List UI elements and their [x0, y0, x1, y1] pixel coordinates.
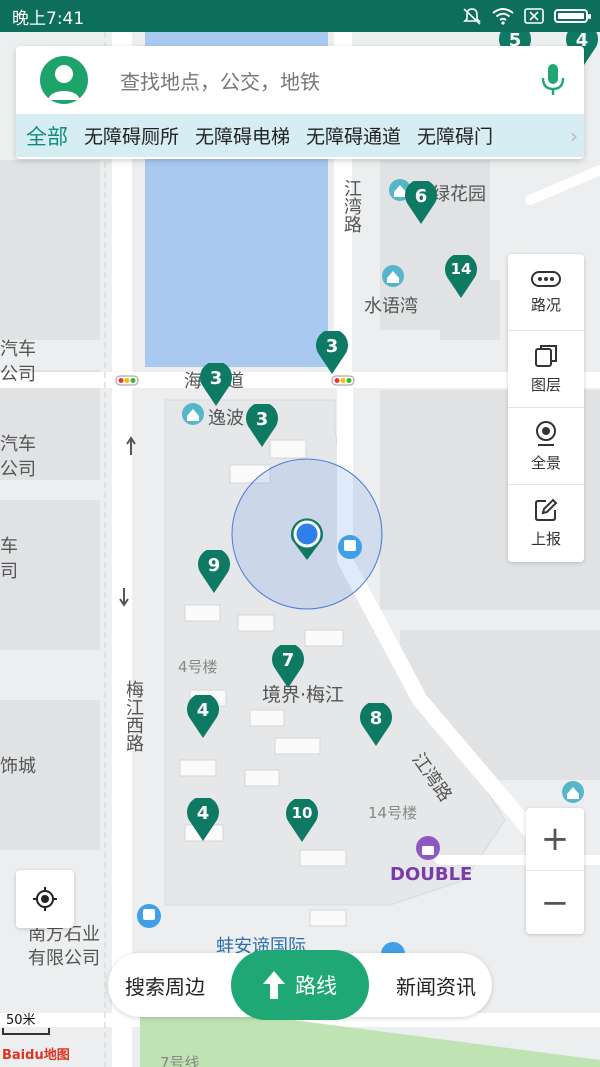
wifi-icon [492, 8, 514, 25]
tab-accessible-passage[interactable]: 无障碍通道 [298, 122, 409, 149]
building-label: 4号楼 [178, 658, 218, 676]
locate-button[interactable] [16, 870, 74, 928]
facility-marker[interactable]: 14 [444, 253, 478, 299]
category-tabs: 全部 无障碍厕所 无障碍电梯 无障碍通道 无障碍门 › [16, 114, 584, 157]
zoom-out-button[interactable]: − [526, 871, 584, 934]
traffic-label: 路况 [530, 295, 561, 314]
facility-marker[interactable]: 10 [285, 797, 319, 843]
facility-marker[interactable]: 4 [186, 693, 220, 739]
microphone-icon[interactable] [540, 62, 566, 98]
marker-count: 10 [291, 804, 313, 822]
arrow-up-icon [263, 971, 285, 999]
facility-marker[interactable]: 3 [199, 361, 233, 407]
scale-bar [2, 1028, 50, 1035]
search-input[interactable]: 查找地点，公交，地铁 [120, 66, 320, 95]
route-button[interactable]: 路线 [231, 950, 369, 1020]
tab-accessible-door[interactable]: 无障碍门 [409, 122, 501, 149]
poi-label[interactable]: 水语湾 [364, 292, 418, 318]
map-tools-panel: 路况 图层 全景 上报 [508, 254, 584, 562]
poi-label[interactable]: 绿花园 [432, 180, 486, 206]
marker-count: 3 [325, 336, 339, 357]
facility-marker[interactable]: 4 [186, 796, 220, 842]
battery-icon [554, 9, 591, 23]
tab-accessible-elevator[interactable]: 无障碍电梯 [187, 122, 298, 149]
layers-button[interactable]: 图层 [508, 331, 584, 408]
user-icon [48, 65, 80, 100]
bus-stop-icon[interactable] [137, 904, 161, 928]
poi-label[interactable]: 逸波 [208, 404, 244, 430]
scale-label: 50米 [6, 1013, 36, 1028]
user-avatar[interactable] [40, 56, 88, 104]
layers-label: 图层 [530, 375, 561, 394]
panorama-camera-icon [536, 420, 556, 446]
search-nearby-button[interactable]: 搜索周边 [108, 971, 205, 1000]
poi-label[interactable]: 汽车 [0, 335, 36, 361]
marker-count: 3 [255, 409, 269, 430]
bus-stop-icon[interactable] [338, 535, 362, 559]
facility-marker[interactable]: 8 [359, 701, 393, 747]
poi-label[interactable]: 饰城 [0, 752, 36, 778]
poi-label[interactable]: 汽车 [0, 430, 36, 456]
baidu-logo: Baidu地图 [2, 1048, 70, 1063]
poi-label[interactable]: 司 [0, 557, 18, 583]
marker-count: 8 [369, 708, 383, 729]
marker-count: 3 [209, 368, 223, 389]
marker-count: 4 [196, 700, 210, 721]
marker-count: 14 [450, 260, 472, 278]
tab-accessible-toilet[interactable]: 无障碍厕所 [76, 122, 187, 149]
facility-marker[interactable]: 3 [245, 402, 279, 448]
zoom-in-button[interactable]: + [526, 808, 584, 871]
crosshair-icon [33, 887, 57, 911]
shopping-icon[interactable] [416, 836, 440, 860]
poi-label[interactable]: DOUBLE [390, 864, 472, 885]
marker-count: 9 [207, 555, 221, 576]
panorama-label: 全景 [530, 453, 561, 472]
road-label: 梅江西路 [123, 680, 144, 752]
poi-label[interactable]: 车 [0, 532, 18, 558]
chevron-right-icon[interactable]: › [570, 124, 578, 148]
layers-icon [535, 344, 557, 367]
traffic-icon [531, 270, 561, 287]
status-bar: 晚上7:41 [0, 0, 600, 32]
residence-icon[interactable] [562, 781, 584, 803]
poi-label[interactable]: 公司 [0, 360, 36, 386]
residence-icon[interactable] [382, 265, 404, 287]
edit-icon [535, 498, 558, 521]
traffic-button[interactable]: 路况 [508, 254, 584, 331]
marker-count: 7 [281, 650, 295, 671]
poi-label[interactable]: 公司 [0, 455, 36, 481]
marker-count: 6 [414, 186, 428, 207]
bottom-action-bar: 搜索周边 路线 新闻资讯 [108, 950, 492, 1020]
facility-marker[interactable]: 3 [315, 329, 349, 375]
status-icons [462, 7, 591, 25]
search-card: 查找地点，公交，地铁 全部 无障碍厕所 无障碍电梯 无障碍通道 无障碍门 › [16, 46, 584, 159]
road-label: 7号线 [160, 1054, 200, 1067]
building-label: 14号楼 [368, 804, 418, 822]
report-label: 上报 [530, 530, 561, 548]
facility-marker[interactable]: 9 [197, 548, 231, 594]
status-time: 晚上7:41 [12, 8, 85, 29]
sim-disabled-icon [524, 8, 544, 24]
zoom-controls: + − [526, 808, 584, 934]
tab-all[interactable]: 全部 [16, 121, 76, 151]
route-label: 路线 [295, 974, 337, 998]
news-button[interactable]: 新闻资讯 [396, 971, 492, 1000]
facility-marker[interactable]: 7 [271, 643, 305, 689]
poi-label[interactable]: 有限公司 [28, 944, 100, 970]
road-label: 江湾路 [341, 179, 362, 233]
marker-count: 4 [196, 803, 210, 824]
facility-marker[interactable]: 6 [404, 179, 438, 225]
panorama-button[interactable]: 全景 [508, 408, 584, 485]
report-button[interactable]: 上报 [508, 485, 584, 562]
mute-icon [463, 8, 481, 25]
